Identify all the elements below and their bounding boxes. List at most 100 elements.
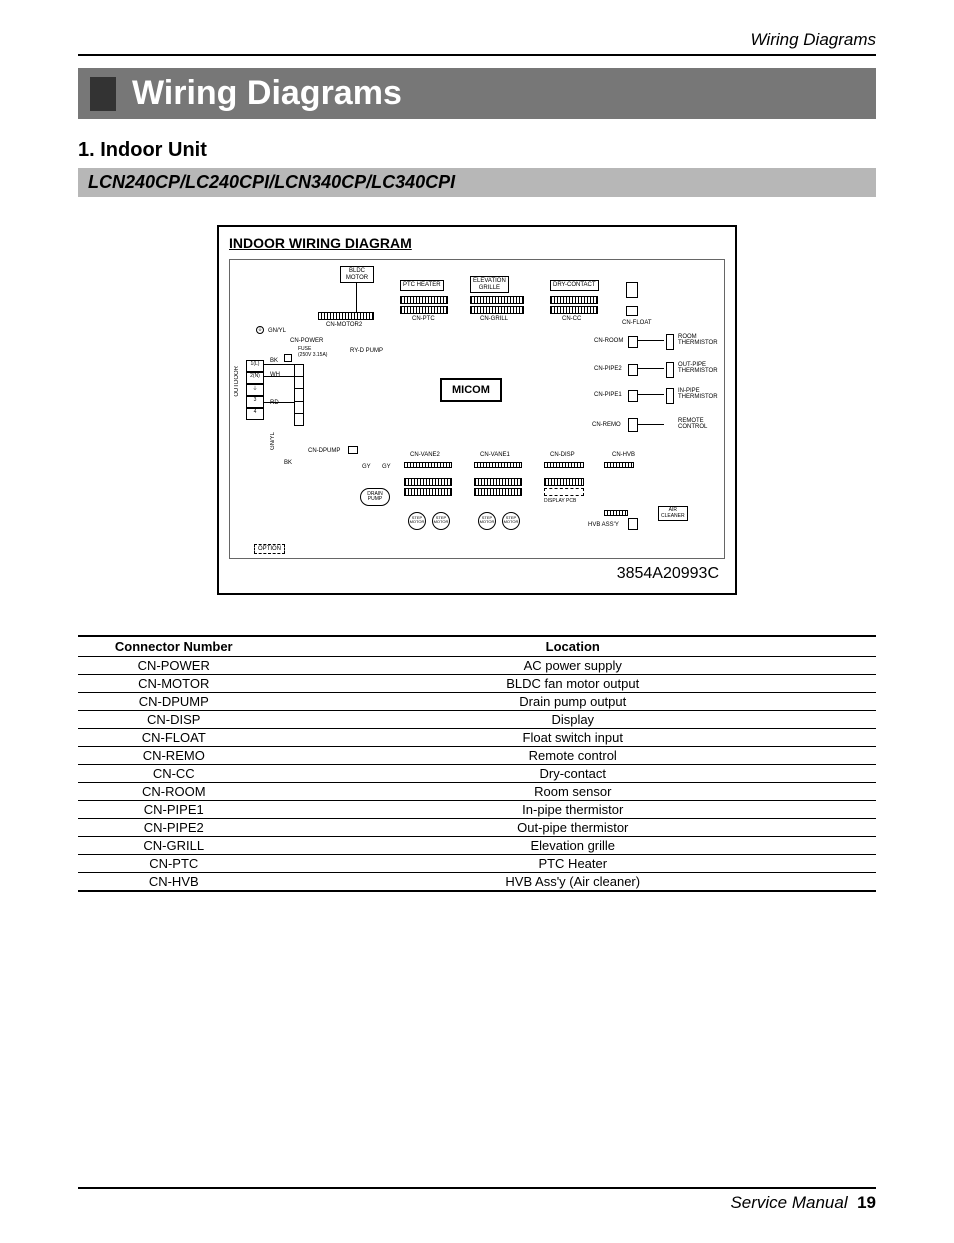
connector-strip: [474, 462, 522, 468]
label-cn-pipe2: CN-PIPE2: [594, 366, 622, 372]
block-dry-contact: DRY-CONTACT: [550, 280, 599, 291]
label-cn-hvb: CN-HVB: [612, 452, 635, 458]
thermistor-room-icon: [666, 334, 674, 350]
label-wire-gy: GY: [382, 464, 391, 470]
thermistor-outpipe-icon: [666, 362, 674, 378]
chapter-title-bar: Wiring Diagrams: [78, 68, 876, 119]
page-number: 19: [857, 1193, 876, 1212]
connector-table: Connector Number Location CN-POWERAC pow…: [78, 635, 876, 892]
block-step-motor: STEP MOTOR: [408, 512, 426, 530]
label-outpipe-thermistor: OUT-PIPE THERMISTOR: [678, 362, 718, 374]
label-cn-power: CN-POWER: [290, 338, 323, 344]
label-hvb-assy: HVB ASS'Y: [588, 522, 619, 528]
table-row: CN-PTCPTC Heater: [78, 855, 876, 873]
thermistor-inpipe-icon: [666, 388, 674, 404]
label-inpipe-thermistor: IN-PIPE THERMISTOR: [678, 388, 718, 400]
connector-float-ext: [626, 282, 638, 298]
terminal-gnd: ⏚: [246, 384, 264, 396]
terminal-4: 4: [246, 408, 264, 420]
connector-pipe1: [628, 390, 638, 402]
connector-strip: [470, 296, 524, 304]
label-cn-disp: CN-DISP: [550, 452, 575, 458]
label-cn-cc: CN-CC: [562, 316, 581, 322]
connector-strip: [404, 462, 452, 468]
block-drain-pump: DRAIN PUMP: [360, 488, 390, 506]
table-row: CN-GRILLElevation grille: [78, 837, 876, 855]
label-power-spec: 1Ø 230/208V 60Hz: [229, 360, 232, 403]
legend-option: OPTION: [254, 544, 285, 554]
table-row: CN-PIPE2Out-pipe thermistor: [78, 819, 876, 837]
connector-strip: [550, 306, 598, 314]
footer-label: Service Manual: [730, 1193, 847, 1212]
label-fuse: FUSE (250V 3.15A): [298, 346, 327, 358]
label-wire-gy: GY: [362, 464, 371, 470]
table-row: CN-MOTORBLDC fan motor output: [78, 675, 876, 693]
label-cn-float: CN-FLOAT: [622, 320, 652, 326]
table-row: CN-CCDry-contact: [78, 765, 876, 783]
label-wire-rd: RD: [270, 400, 279, 406]
connector-room: [628, 336, 638, 348]
diagram-title: INDOOR WIRING DIAGRAM: [229, 235, 725, 251]
connector-strip: [604, 462, 634, 468]
connector-remo: [628, 418, 638, 432]
label-wire-bk2: BK: [284, 460, 292, 466]
model-list-bar: LCN240CP/LC240CPI/LCN340CP/LC340CPI: [78, 168, 876, 197]
connector-strip: [544, 478, 584, 486]
label-cn-motor2: CN-MOTOR2: [326, 322, 362, 328]
connector-strip: [550, 296, 598, 304]
connector-strip: [470, 306, 524, 314]
diagram-part-number: 3854A20993C: [229, 565, 725, 583]
connector-power: [284, 354, 292, 362]
label-cn-vane2: CN-VANE2: [410, 452, 440, 458]
connector-strip: [474, 478, 522, 486]
connector-strip: [318, 312, 374, 320]
label-cn-ptc: CN-PTC: [412, 316, 435, 322]
connector-float: [626, 306, 638, 316]
terminal-2n: 2(N): [246, 372, 264, 384]
block-step-motor: STEP MOTOR: [432, 512, 450, 530]
table-row: CN-DPUMPDrain pump output: [78, 693, 876, 711]
block-step-motor: STEP MOTOR: [502, 512, 520, 530]
connector-strip: [604, 510, 628, 516]
connector-pipe2: [628, 364, 638, 376]
running-header: Wiring Diagrams: [78, 30, 876, 56]
table-row: CN-REMORemote control: [78, 747, 876, 765]
label-ry-d-pump: RY-D PUMP: [350, 348, 383, 354]
label-cn-pipe1: CN-PIPE1: [594, 392, 622, 398]
wiring-diagram-frame: INDOOR WIRING DIAGRAM BLDC MOTOR PTC HEA…: [217, 225, 737, 595]
table-row: CN-HVBHVB Ass'y (Air cleaner): [78, 873, 876, 892]
connector-strip: [404, 488, 452, 496]
label-wire-gnyl: GN/YL: [270, 432, 276, 450]
connector-strip: [544, 462, 584, 468]
connector-column-left: [294, 364, 304, 426]
section-heading: 1. Indoor Unit: [78, 139, 876, 162]
table-row: CN-POWERAC power supply: [78, 657, 876, 675]
connector-strip: [400, 296, 448, 304]
block-ptc-heater: PTC HEATER: [400, 280, 444, 291]
label-cn-grill: CN-GRILL: [480, 316, 508, 322]
table-row: CN-FLOATFloat switch input: [78, 729, 876, 747]
connector-strip: [400, 306, 448, 314]
label-cn-room: CN-ROOM: [594, 338, 623, 344]
connector-dpump: [348, 446, 358, 454]
terminal-1l: 1(L): [246, 360, 264, 372]
label-remote-control: REMOTE CONTROL: [678, 418, 707, 430]
table-row: CN-DISPDisplay: [78, 711, 876, 729]
page-footer: Service Manual 19: [78, 1187, 876, 1213]
block-elevation-grille: ELEVATION GRILLE: [470, 276, 509, 293]
connector-strip: [474, 488, 522, 496]
block-step-motor: STEP MOTOR: [478, 512, 496, 530]
block-micom: MICOM: [440, 378, 502, 402]
terminal-3: 3: [246, 396, 264, 408]
connector-strip: [404, 478, 452, 486]
ground-symbol-icon: ⏚: [256, 326, 264, 334]
label-room-thermistor: ROOM THERMISTOR: [678, 334, 718, 346]
chapter-title: Wiring Diagrams: [132, 74, 402, 113]
table-row: CN-PIPE1In-pipe thermistor: [78, 801, 876, 819]
table-row: CN-ROOMRoom sensor: [78, 783, 876, 801]
block-bldc-motor: BLDC MOTOR: [340, 266, 374, 283]
wiring-schematic: BLDC MOTOR PTC HEATER ELEVATION GRILLE D…: [229, 259, 725, 559]
label-gnyl: GN/YL: [268, 328, 286, 334]
table-header-connector: Connector Number: [78, 636, 270, 657]
block-air-cleaner: AIR CLEANER: [658, 506, 688, 521]
